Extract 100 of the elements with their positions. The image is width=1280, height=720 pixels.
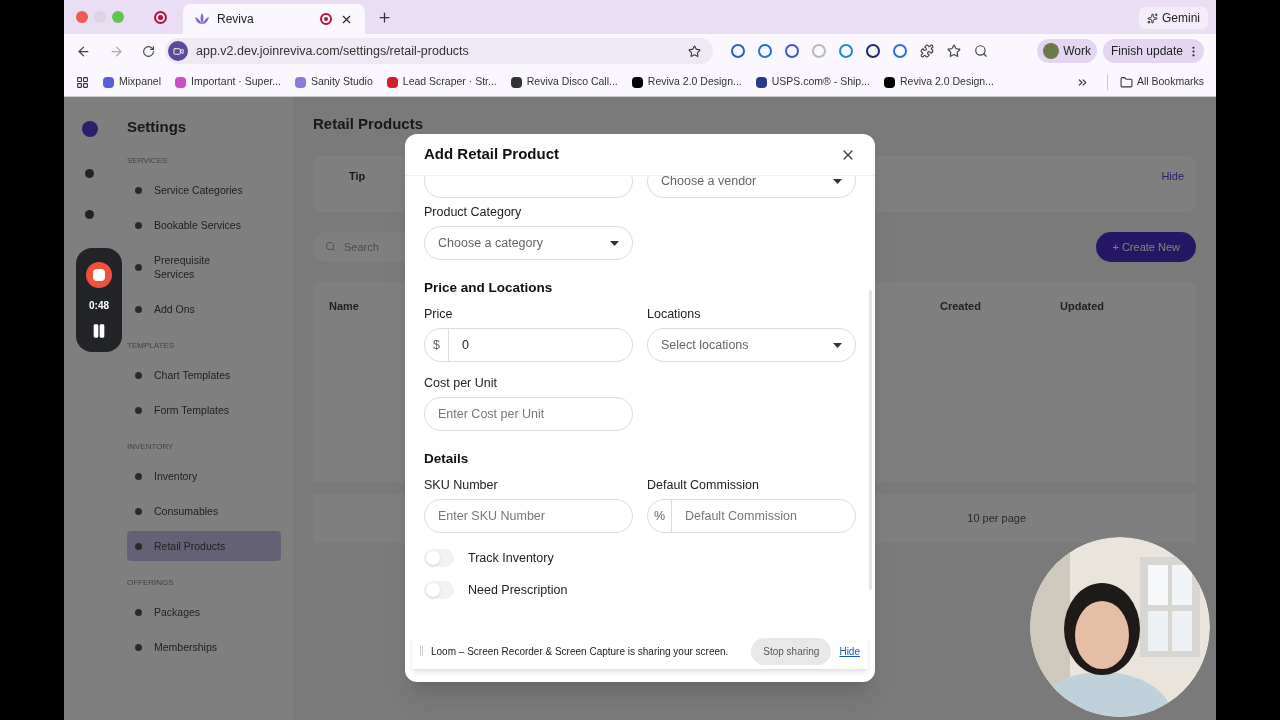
field-label: Default Commission: [647, 477, 760, 493]
input-group[interactable]: % Default Commission: [647, 499, 856, 533]
field-label: Product Category: [424, 204, 523, 220]
field-label: Locations: [647, 306, 702, 322]
sidebar-item[interactable]: Service Categories: [127, 175, 281, 205]
nav-icon[interactable]: [85, 210, 94, 219]
hide-link[interactable]: Hide: [1161, 167, 1184, 184]
avatar-icon: [1043, 43, 1060, 59]
extension-icon[interactable]: [785, 44, 799, 58]
bookmark-favicon-icon: [883, 76, 895, 88]
search-icon: [325, 241, 336, 253]
camera-icon: [168, 41, 188, 61]
browser-tab[interactable]: Reviva: [183, 4, 365, 34]
sparkle-icon: [1147, 12, 1158, 24]
bookmark-item[interactable]: Mixpanel: [103, 74, 162, 90]
field-prefix: $: [425, 329, 449, 361]
bookmark-item[interactable]: Reviva 2.0 Design...: [883, 74, 994, 90]
sidebar-item[interactable]: Bookable Services: [127, 210, 281, 240]
section-heading: Details: [424, 450, 470, 468]
lotus-icon: [195, 13, 209, 25]
field-label: Cost per Unit: [424, 375, 498, 391]
logo-icon: [81, 121, 98, 137]
hide-link[interactable]: Hide: [839, 643, 860, 659]
select-field[interactable]: Choose a vendor: [647, 176, 856, 198]
section-heading: INVENTORY: [127, 441, 175, 453]
bookmark-item[interactable]: Sanity Studio: [294, 74, 373, 90]
input-group[interactable]: $ 0: [424, 328, 633, 362]
address-bar[interactable]: app.v2.dev.joinreviva.com/settings/retail-products: [165, 38, 713, 64]
toggle-switch[interactable]: [424, 549, 454, 567]
input-field[interactable]: Enter SKU Number: [424, 499, 633, 533]
tab-title: Reviva: [217, 11, 255, 28]
page-size-select[interactable]: 10 per page: [967, 510, 1026, 527]
recording-icon: [154, 10, 167, 24]
column-header[interactable]: Updated: [1060, 298, 1180, 315]
bookmark-item[interactable]: Reviva 2.0 Design...: [631, 74, 742, 90]
bookmark-favicon-icon: [386, 76, 398, 88]
caret-icon: [833, 342, 842, 348]
input-field[interactable]: 0: [449, 329, 632, 361]
select-field[interactable]: Choose a category: [424, 226, 633, 260]
sidebar-item[interactable]: Packages: [127, 597, 281, 627]
search-tab-icon[interactable]: [974, 44, 988, 58]
toggle-label: Track Inventory: [468, 550, 554, 566]
back-icon[interactable]: [76, 43, 91, 59]
recording-timer: 0:48: [89, 298, 109, 313]
field-label: Price: [424, 306, 454, 322]
bookmark-item[interactable]: Lead Scraper · Str...: [386, 74, 497, 90]
bookmark-star-icon[interactable]: [688, 44, 701, 58]
gemini-button[interactable]: Gemini: [1139, 7, 1208, 29]
create-new-button[interactable]: + Create New: [1096, 231, 1196, 262]
nav-icon[interactable]: [85, 169, 94, 178]
input-field[interactable]: Enter Cost per Unit: [424, 397, 633, 431]
select-field[interactable]: Select locations: [647, 328, 856, 362]
bookmark-item[interactable]: Important · Super...: [175, 74, 281, 90]
toggle-label: Need Prescription: [468, 582, 568, 598]
sidebar-title: Settings: [127, 117, 188, 137]
reload-icon[interactable]: [142, 44, 155, 58]
sidebar-item[interactable]: Chart Templates: [127, 360, 281, 390]
caret-icon: [833, 178, 842, 184]
bookmark-favicon-icon: [755, 76, 767, 88]
finish-update-button[interactable]: Finish update: [1102, 39, 1204, 63]
profile-button[interactable]: Work: [1037, 39, 1097, 63]
bookmark-favicon-icon: [103, 76, 114, 88]
caret-icon: [610, 240, 619, 246]
sharing-message: Loom – Screen Recorder & Screen Capture is sharing your screen.: [431, 644, 729, 659]
sidebar-item[interactable]: Add Ons: [127, 294, 281, 324]
column-header[interactable]: Created: [940, 298, 1060, 315]
section-heading: OFFERINGS: [127, 577, 175, 589]
sidebar-item[interactable]: Prerequisite Services: [127, 245, 281, 289]
bookmark-favicon-icon: [510, 76, 522, 88]
bookmark-item[interactable]: Reviva Disco Call...: [510, 74, 618, 90]
pause-icon[interactable]: [91, 322, 107, 339]
modal-title: Add Retail Product: [424, 144, 559, 165]
sidebar-item[interactable]: Consumables: [127, 496, 281, 526]
sidebar-item[interactable]: Form Templates: [127, 395, 281, 425]
recording-icon: [320, 13, 332, 25]
stop-recording-button[interactable]: [86, 261, 112, 288]
tip-title: Tip: [348, 168, 366, 184]
star-list-icon[interactable]: [947, 44, 961, 58]
extension-icon[interactable]: [866, 44, 880, 58]
section-heading: TEMPLATES: [127, 340, 175, 352]
extension-icon[interactable]: [731, 44, 745, 58]
field-prefix: %: [648, 500, 672, 532]
bookmark-favicon-icon: [175, 76, 187, 88]
bookmark-item[interactable]: USPS.com® - Ship...: [755, 74, 870, 90]
all-bookmarks-button[interactable]: All Bookmarks: [1106, 74, 1204, 90]
sidebar-item[interactable]: Inventory: [127, 461, 281, 491]
section-heading: Price and Locations: [424, 279, 554, 297]
page-title: Retail Products: [313, 114, 425, 134]
bookmark-favicon-icon: [294, 76, 306, 88]
input-field[interactable]: Default Commission: [672, 500, 855, 532]
folder-icon: [1119, 75, 1133, 89]
puzzle-icon[interactable]: [920, 44, 934, 58]
toggle-switch[interactable]: [424, 581, 454, 599]
sidebar-item[interactable]: Memberships: [127, 632, 281, 662]
close-window-icon[interactable]: [76, 11, 88, 23]
field-label: SKU Number: [424, 477, 499, 493]
new-tab-icon[interactable]: [377, 10, 392, 25]
bookmark-favicon-icon: [631, 76, 643, 88]
apps-icon[interactable]: [76, 75, 89, 89]
stop-sharing-button[interactable]: Stop sharing: [751, 637, 832, 665]
